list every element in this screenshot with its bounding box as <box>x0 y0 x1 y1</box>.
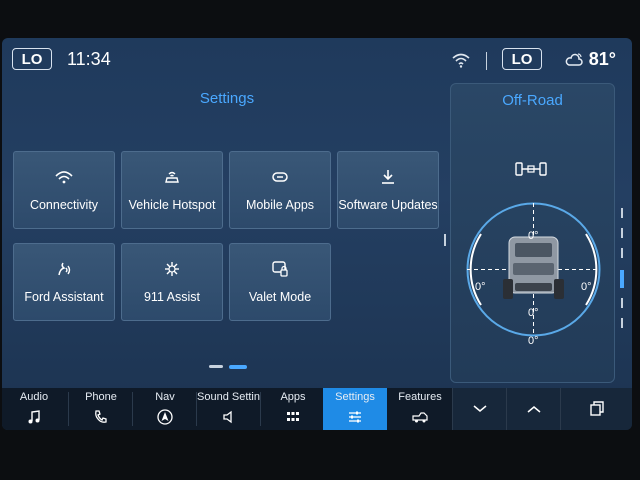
expand-button[interactable] <box>506 388 561 430</box>
outside-temperature: 81° <box>588 49 616 69</box>
inner-angle: 0° <box>528 307 539 319</box>
chevron-up-icon <box>527 406 541 413</box>
page-indicator[interactable] <box>209 364 249 370</box>
dock-label: Nav <box>155 391 175 403</box>
tile-label: Mobile Apps <box>245 197 315 212</box>
dock-audio[interactable]: Audio <box>2 388 66 430</box>
911-assist-tile[interactable]: 911 Assist <box>121 243 223 321</box>
assistant-icon <box>58 262 71 275</box>
offroad-title: Off-Road <box>502 92 563 109</box>
sliders-icon <box>349 411 361 423</box>
bottom-angle: 0° <box>528 335 539 347</box>
top-angle: 0° <box>528 230 539 242</box>
dock-features[interactable]: Features <box>388 388 452 430</box>
speaker-icon <box>223 410 232 424</box>
music-note-icon <box>28 410 40 424</box>
scroll-indicator <box>444 234 446 246</box>
infotainment-screen: LO 11:34 LO 81° Settings Connectivity Ve… <box>2 38 632 430</box>
valet-icon <box>272 261 288 277</box>
phone-icon <box>95 410 107 423</box>
page-dot <box>209 365 223 368</box>
windows-stack-icon <box>590 401 604 416</box>
dock-sound-setting[interactable]: Sound Setting <box>197 388 261 430</box>
connectivity-tile[interactable]: Connectivity <box>13 151 115 229</box>
climate-left-lo-button[interactable]: LO <box>12 48 52 70</box>
dock-phone[interactable]: Phone <box>69 388 133 430</box>
settings-title: Settings <box>199 90 255 107</box>
wifi-status-icon <box>452 53 470 68</box>
dock-label: Sound Setting <box>197 391 261 403</box>
dock-nav[interactable]: Nav <box>133 388 197 430</box>
tile-label: Ford Assistant <box>24 289 104 304</box>
tile-label: Connectivity <box>29 197 99 212</box>
dock-label: Features <box>398 391 442 403</box>
dock-label: Apps <box>280 391 306 403</box>
dock-label: Audio <box>19 391 49 403</box>
bottom-dock: Audio Phone Nav Sound Setting Apps Setti… <box>2 388 632 430</box>
sos-icon <box>165 261 179 276</box>
status-bar: LO 11:34 LO 81° <box>2 38 632 82</box>
multitask-button[interactable] <box>560 388 632 430</box>
status-divider <box>486 52 487 70</box>
weather-cloud-icon <box>565 53 583 66</box>
apps-grid-icon <box>287 412 299 421</box>
right-angle: 0° <box>581 281 592 293</box>
tile-label: Valet Mode <box>248 289 312 304</box>
offroad-panel[interactable]: Off-Road 0° 0° 0° 0° 0° <box>450 83 615 383</box>
climate-right-lo-button[interactable]: LO <box>502 48 542 70</box>
wifi-icon <box>55 171 73 184</box>
panel-scroll-indicator <box>620 208 624 328</box>
navigation-icon <box>157 409 173 425</box>
tile-label: Software Updates <box>338 197 438 212</box>
ford-assistant-tile[interactable]: Ford Assistant <box>13 243 115 321</box>
left-angle: 0° <box>475 281 486 293</box>
axle-icon <box>515 162 547 176</box>
truck-icon <box>412 412 428 423</box>
dock-apps[interactable]: Apps <box>261 388 325 430</box>
dock-label: Settings <box>335 391 375 403</box>
collapse-button[interactable] <box>452 388 507 430</box>
download-icon <box>382 169 394 184</box>
software-updates-tile[interactable]: Software Updates <box>337 151 439 229</box>
chevron-down-icon <box>473 405 487 412</box>
dock-label: Phone <box>85 391 117 403</box>
link-icon <box>272 172 288 182</box>
dock-settings[interactable]: Settings <box>323 388 387 430</box>
vehicle-hotspot-tile[interactable]: Vehicle Hotspot <box>121 151 223 229</box>
clock: 11:34 <box>67 49 111 69</box>
page-dot-active <box>229 365 247 369</box>
car-hotspot-icon <box>165 171 179 183</box>
valet-mode-tile[interactable]: Valet Mode <box>229 243 331 321</box>
tile-label: 911 Assist <box>143 289 201 304</box>
mobile-apps-tile[interactable]: Mobile Apps <box>229 151 331 229</box>
tile-label: Vehicle Hotspot <box>128 197 216 212</box>
